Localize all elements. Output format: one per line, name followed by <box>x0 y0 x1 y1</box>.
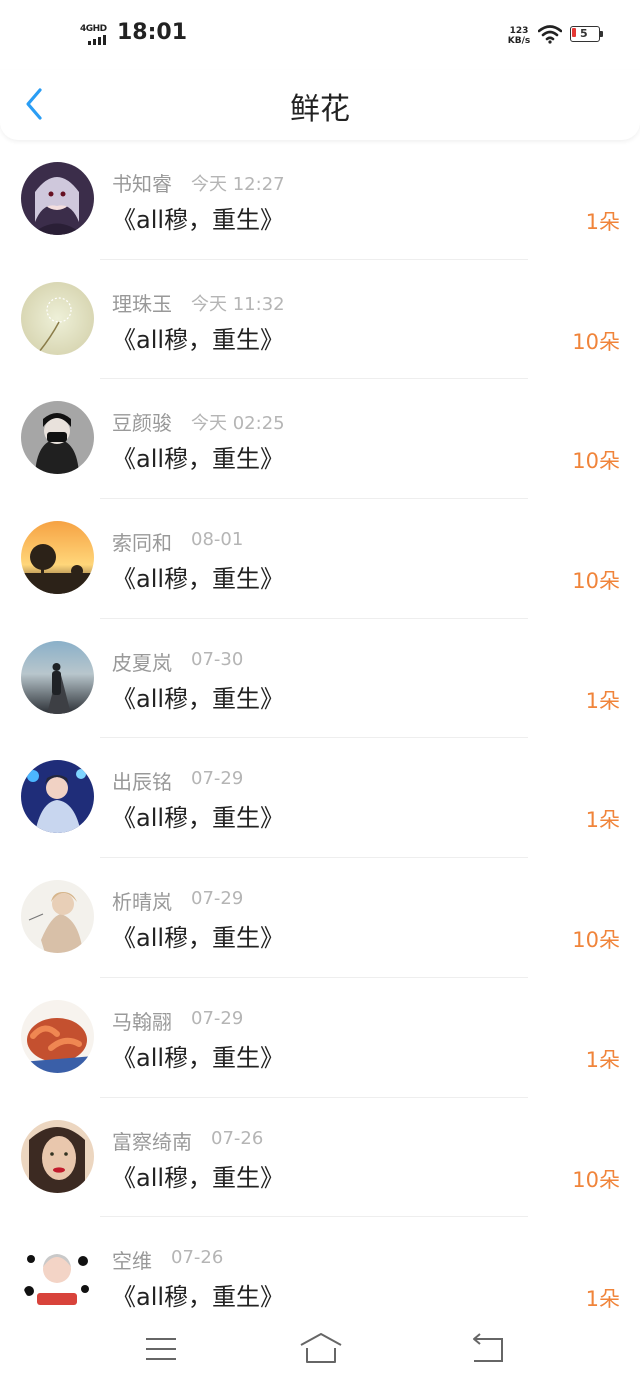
list-item[interactable]: 马翰翮 07-29 《all穆，重生》 1朵 <box>0 978 640 1098</box>
road-night-avatar[interactable] <box>21 640 94 714</box>
stage-person-avatar[interactable] <box>21 760 94 834</box>
flower-list: 书知睿 今天 12:27 《all穆，重生》 1朵 理珠玉 今天 11:32 《all穆，重… <box>0 140 640 1315</box>
cellular-signal-icon: 4GHD <box>80 24 110 46</box>
sent-time: 今天 02:25 <box>191 413 285 435</box>
sender-name[interactable]: 析晴岚 <box>112 886 172 915</box>
dandelion-avatar[interactable] <box>21 281 94 355</box>
list-item[interactable]: 索同和 08-01 《all穆，重生》 10朵 <box>0 499 640 619</box>
masked-person-avatar[interactable] <box>21 401 94 475</box>
red-lips-woman-avatar[interactable] <box>21 1119 94 1193</box>
book-title: 《all穆，重生》 <box>112 924 285 953</box>
sent-time: 07-29 <box>191 888 244 910</box>
sent-time: 今天 12:27 <box>191 174 285 195</box>
book-title: 《all穆，重生》 <box>112 1283 285 1312</box>
list-item[interactable]: 空维 07-26 《all穆，重生》 1朵 <box>0 1217 640 1315</box>
system-navigation-bar <box>0 1315 640 1387</box>
flower-count: 10朵 <box>572 569 620 594</box>
sent-time: 07-30 <box>191 648 244 670</box>
sender-name[interactable]: 豆颜骏 <box>112 407 172 436</box>
menu-button[interactable] <box>141 1331 181 1367</box>
header: 鲜花 <box>0 70 640 140</box>
sender-name[interactable]: 书知睿 <box>112 168 172 197</box>
list-item[interactable]: 皮夏岚 07-30 《all穆，重生》 1朵 <box>0 619 640 739</box>
network-speed: 123 KB/s <box>506 26 532 46</box>
sender-name[interactable]: 马翰翮 <box>112 1006 172 1035</box>
flower-count: 10朵 <box>572 928 620 953</box>
book-title: 《all穆，重生》 <box>112 565 285 594</box>
list-item[interactable]: 理珠玉 今天 11:32 《all穆，重生》 10朵 <box>0 260 640 380</box>
woman-portrait-avatar[interactable] <box>21 880 94 954</box>
sent-time: 07-26 <box>171 1247 224 1269</box>
list-item[interactable]: 书知睿 今天 12:27 《all穆，重生》 1朵 <box>0 140 640 260</box>
book-title: 《all穆，重生》 <box>112 206 285 234</box>
list-item[interactable]: 富察绮南 07-26 《all穆，重生》 10朵 <box>0 1098 640 1218</box>
anime-girl-avatar[interactable] <box>21 162 94 235</box>
home-button[interactable] <box>298 1331 344 1367</box>
flower-count: 10朵 <box>572 449 620 474</box>
sender-name[interactable]: 空维 <box>112 1245 152 1274</box>
list-item[interactable]: 豆颜骏 今天 02:25 《all穆，重生》 10朵 <box>0 379 640 500</box>
book-title: 《all穆，重生》 <box>112 1163 285 1192</box>
network-type-label: 4GHD <box>80 24 107 34</box>
flower-count: 10朵 <box>572 329 620 354</box>
menu-icon <box>146 1338 176 1360</box>
battery-level: 5 <box>580 27 588 40</box>
list-item[interactable]: 析晴岚 07-29 《all穆，重生》 10朵 <box>0 858 640 978</box>
sent-time: 07-26 <box>211 1127 264 1149</box>
sender-name[interactable]: 皮夏岚 <box>112 647 172 676</box>
sunset-tree-avatar[interactable] <box>21 521 94 595</box>
book-title: 《all穆，重生》 <box>112 325 285 354</box>
shrimp-dish-avatar[interactable] <box>21 999 94 1073</box>
flower-count: 1朵 <box>585 1047 620 1072</box>
flower-count: 1朵 <box>585 688 620 713</box>
sender-name[interactable]: 富察绮南 <box>112 1126 192 1155</box>
flower-count: 1朵 <box>585 808 620 833</box>
sent-time: 07-29 <box>191 768 244 790</box>
back-arrow-icon <box>473 1333 503 1362</box>
page-title: 鲜花 <box>290 92 350 127</box>
sender-name[interactable]: 理珠玉 <box>112 288 172 317</box>
back-nav-button[interactable] <box>468 1331 508 1367</box>
flower-count: 1朵 <box>585 210 620 234</box>
flower-count: 1朵 <box>585 1287 620 1312</box>
wifi-icon <box>537 24 563 44</box>
battery-icon: 5 <box>570 26 603 44</box>
status-time: 18:01 <box>117 20 188 45</box>
book-title: 《all穆，重生》 <box>112 684 285 713</box>
book-title: 《all穆，重生》 <box>112 445 285 474</box>
book-title: 《all穆，重生》 <box>112 1043 285 1072</box>
dalmatian-pattern-avatar[interactable] <box>21 1239 94 1313</box>
sent-time: 今天 11:32 <box>191 293 285 315</box>
sent-time: 08-01 <box>191 529 244 551</box>
network-speed-unit: KB/s <box>507 36 531 46</box>
flower-count: 10朵 <box>572 1167 620 1192</box>
battery-fill <box>572 28 576 37</box>
book-title: 《all穆，重生》 <box>112 804 285 833</box>
list-item[interactable]: 出辰铭 07-29 《all穆，重生》 1朵 <box>0 738 640 859</box>
home-icon <box>300 1333 342 1363</box>
status-bar: 4GHD 18:01 123 KB/s 5 <box>0 0 640 70</box>
sent-time: 07-29 <box>191 1007 244 1029</box>
network-speed-value: 123 <box>509 26 529 36</box>
sender-name[interactable]: 索同和 <box>112 527 172 556</box>
sender-name[interactable]: 出辰铭 <box>112 766 172 795</box>
